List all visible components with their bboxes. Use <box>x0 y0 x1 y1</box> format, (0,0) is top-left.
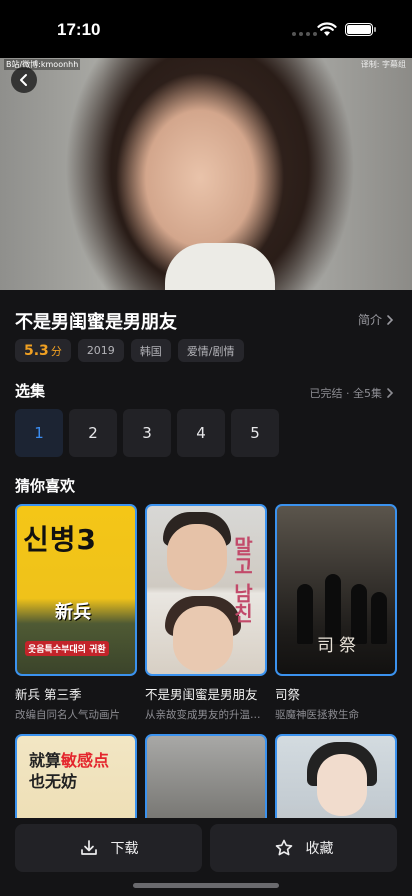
poster-image[interactable]: 司祭 <box>275 504 397 676</box>
recommend-card[interactable]: 신병3 新兵 웃음특수부대의 귀환 新兵 第三季 改编自同名人气动画片 <box>15 504 137 722</box>
region-tag: 韩国 <box>130 339 171 362</box>
battery-icon <box>345 23 376 36</box>
download-icon <box>80 840 97 855</box>
score-value: 5.3 <box>24 342 49 359</box>
video-watermark-right: 译制: 字幕组 <box>360 60 406 69</box>
year-tag: 2019 <box>77 339 124 362</box>
chevron-right-icon <box>387 314 394 325</box>
poster-tagline-text: 웃음특수부대의 귀환 <box>25 641 109 656</box>
back-button[interactable] <box>11 67 37 93</box>
chevron-left-icon <box>20 74 27 86</box>
status-time: 17:10 <box>57 20 101 39</box>
poster-image[interactable]: 말고 남친 <box>145 504 267 676</box>
video-frame <box>165 243 275 290</box>
poster-subtitle-text: 新兵 <box>55 602 91 623</box>
status-bar: 17:10 <box>0 0 412 58</box>
recommend-desc: 改编自同名人气动画片 <box>15 709 120 721</box>
intro-link[interactable]: 简介 <box>358 311 394 328</box>
episodes-status-link[interactable]: 已完结 · 全5集 <box>310 385 395 401</box>
recommend-title: 不是男闺蜜是男朋友 <box>145 687 258 702</box>
poster-title-text: 말고 남친 <box>230 536 254 623</box>
episode-list: 1 2 3 4 5 <box>15 409 279 457</box>
show-tags: 5.3 分 2019 韩国 爱情/剧情 <box>15 339 244 362</box>
favorite-button[interactable]: 收藏 <box>210 824 397 872</box>
recommend-card[interactable]: 司祭 司祭 驱魔神医拯救生命 <box>275 504 397 722</box>
recommend-desc: 从亲故变成男友的升温之路 <box>145 709 267 721</box>
show-title: 不是男闺蜜是男朋友 <box>15 312 177 333</box>
episode-button-5[interactable]: 5 <box>231 409 279 457</box>
episode-button-1[interactable]: 1 <box>15 409 63 457</box>
score-unit: 分 <box>50 344 62 358</box>
video-player[interactable]: B站/微博:kmoonhh 译制: 字幕组 <box>0 58 412 290</box>
signal-dots-icon <box>292 32 317 36</box>
recommend-desc: 驱魔神医拯救生命 <box>275 709 359 721</box>
episodes-status: 已完结 · 全5集 <box>309 387 383 400</box>
download-button[interactable]: 下载 <box>15 824 202 872</box>
poster-highlight-text: 敏感点 <box>61 751 110 770</box>
recommend-section-title: 猜你喜欢 <box>15 477 76 495</box>
video-watermark-left: B站/微博:kmoonhh <box>4 59 81 70</box>
episode-button-4[interactable]: 4 <box>177 409 225 457</box>
genre-tag: 爱情/剧情 <box>177 339 244 362</box>
poster-title-text: 司祭 <box>317 636 361 656</box>
recommend-title: 司祭 <box>275 687 301 702</box>
download-label: 下载 <box>110 841 139 857</box>
poster-title-text: 就算敏感点 也无妨 <box>29 751 110 791</box>
recommend-card[interactable]: 말고 남친 不是男闺蜜是男朋友 从亲故变成男友的升温之路 <box>145 504 267 722</box>
poster-title-text: 신병3 <box>23 523 98 556</box>
home-indicator <box>133 883 279 888</box>
recommend-title: 新兵 第三季 <box>15 687 82 702</box>
favorite-label: 收藏 <box>305 841 334 857</box>
score-badge: 5.3 分 <box>15 339 71 362</box>
chevron-right-icon <box>387 388 394 398</box>
episodes-section-title: 选集 <box>15 382 46 400</box>
intro-label: 简介 <box>357 313 382 327</box>
episode-button-3[interactable]: 3 <box>123 409 171 457</box>
episode-button-2[interactable]: 2 <box>69 409 117 457</box>
wifi-icon <box>317 22 337 36</box>
poster-image[interactable]: 신병3 新兵 웃음특수부대의 귀환 <box>15 504 137 676</box>
star-icon <box>275 839 292 856</box>
